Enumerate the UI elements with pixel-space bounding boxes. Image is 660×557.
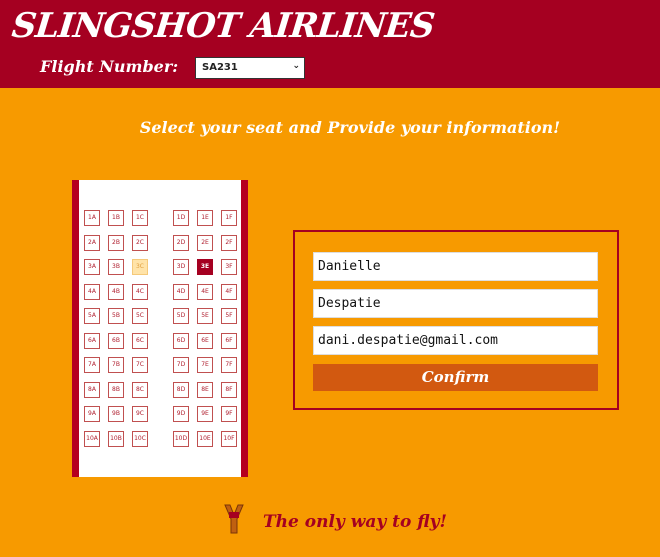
seat-3d[interactable]: 3D <box>173 259 189 275</box>
seat-10f[interactable]: 10F <box>221 430 237 447</box>
seat-6e[interactable]: 6E <box>197 332 213 349</box>
seat-1d[interactable]: 1D <box>173 210 189 226</box>
header-bar: SLINGSHOT AIRLINES Flight Number: SA231 … <box>0 0 660 88</box>
seat-5f[interactable]: 5F <box>221 308 237 324</box>
slingshot-icon <box>224 504 244 534</box>
seat-8e[interactable]: 8E <box>197 381 213 398</box>
seat-5c[interactable]: 5C <box>132 308 148 324</box>
seat-2d[interactable]: 2D <box>173 234 189 251</box>
seat-4d[interactable]: 4D <box>173 283 189 300</box>
seat-7d[interactable]: 7D <box>173 357 189 373</box>
seat-1a[interactable]: 1A <box>84 210 100 226</box>
seat-8f[interactable]: 8F <box>221 381 237 398</box>
seat-6f[interactable]: 6F <box>221 332 237 349</box>
last-name-field[interactable]: Despatie <box>313 289 598 318</box>
seat-2e[interactable]: 2E <box>197 234 213 251</box>
seat-1b[interactable]: 1B <box>108 210 124 226</box>
seat-7b[interactable]: 7B <box>108 357 124 373</box>
seat-3b[interactable]: 3B <box>108 259 124 275</box>
seat-7a[interactable]: 7A <box>84 357 100 373</box>
seat-9a[interactable]: 9A <box>84 406 100 422</box>
seat-5a[interactable]: 5A <box>84 308 100 324</box>
chevron-down-icon: ⌄ <box>292 61 300 71</box>
seat-10c[interactable]: 10C <box>132 430 148 447</box>
seat-9b[interactable]: 9B <box>108 406 124 422</box>
seat-4f[interactable]: 4F <box>221 283 237 300</box>
seat-3c: 3C <box>132 259 148 275</box>
seat-4c[interactable]: 4C <box>132 283 148 300</box>
seat-8d[interactable]: 8D <box>173 381 189 398</box>
seat-9e[interactable]: 9E <box>197 406 213 422</box>
seat-10e[interactable]: 10E <box>197 430 213 447</box>
seat-9d[interactable]: 9D <box>173 406 189 422</box>
seat-3a[interactable]: 3A <box>84 259 100 275</box>
seat-7c[interactable]: 7C <box>132 357 148 373</box>
seat-2c[interactable]: 2C <box>132 234 148 251</box>
seat-5d[interactable]: 5D <box>173 308 189 324</box>
page-heading: Select your seat and Provide your inform… <box>139 118 561 137</box>
seat-4b[interactable]: 4B <box>108 283 124 300</box>
seat-9c[interactable]: 9C <box>132 406 148 422</box>
seat-8b[interactable]: 8B <box>108 381 124 398</box>
seat-10a[interactable]: 10A <box>84 430 100 447</box>
seat-map: 1A 1B 1C 1D 1E 1F 2A 2B 2C 2D 2E 2F 3A 3B 3C 3D 3E 3F 4A 4B… <box>72 180 248 477</box>
seat-10d[interactable]: 10D <box>173 430 189 447</box>
seat-7f[interactable]: 7F <box>221 357 237 373</box>
first-name-field[interactable]: Danielle <box>313 252 598 281</box>
seat-5b[interactable]: 5B <box>108 308 124 324</box>
seat-6c[interactable]: 6C <box>132 332 148 349</box>
seat-6d[interactable]: 6D <box>173 332 189 349</box>
seat-1f[interactable]: 1F <box>221 210 237 226</box>
seat-5e[interactable]: 5E <box>197 308 213 324</box>
seat-6b[interactable]: 6B <box>108 332 124 349</box>
flight-number-value: SA231 <box>202 62 238 73</box>
seat-3e[interactable]: 3E <box>197 259 213 275</box>
flight-number-select[interactable]: SA231 ⌄ <box>195 57 305 79</box>
email-field[interactable]: dani.despatie@gmail.com <box>313 326 598 355</box>
seat-4a[interactable]: 4A <box>84 283 100 300</box>
seat-2b[interactable]: 2B <box>108 234 124 251</box>
seat-6a[interactable]: 6A <box>84 332 100 349</box>
seat-1e[interactable]: 1E <box>197 210 213 226</box>
seat-9f[interactable]: 9F <box>221 406 237 422</box>
seat-2a[interactable]: 2A <box>84 234 100 251</box>
flight-number-label: Flight Number: <box>40 57 179 76</box>
confirm-button[interactable]: Confirm <box>313 364 598 391</box>
seat-10b[interactable]: 10B <box>108 430 124 447</box>
seat-3f[interactable]: 3F <box>221 259 237 275</box>
seat-4e[interactable]: 4E <box>197 283 213 300</box>
seat-2f[interactable]: 2F <box>221 234 237 251</box>
seat-7e[interactable]: 7E <box>197 357 213 373</box>
seat-1c[interactable]: 1C <box>132 210 148 226</box>
seat-8c[interactable]: 8C <box>132 381 148 398</box>
airline-logo: SLINGSHOT AIRLINES <box>9 6 436 46</box>
tagline: The only way to fly! <box>263 512 447 532</box>
seat-8a[interactable]: 8A <box>84 381 100 398</box>
